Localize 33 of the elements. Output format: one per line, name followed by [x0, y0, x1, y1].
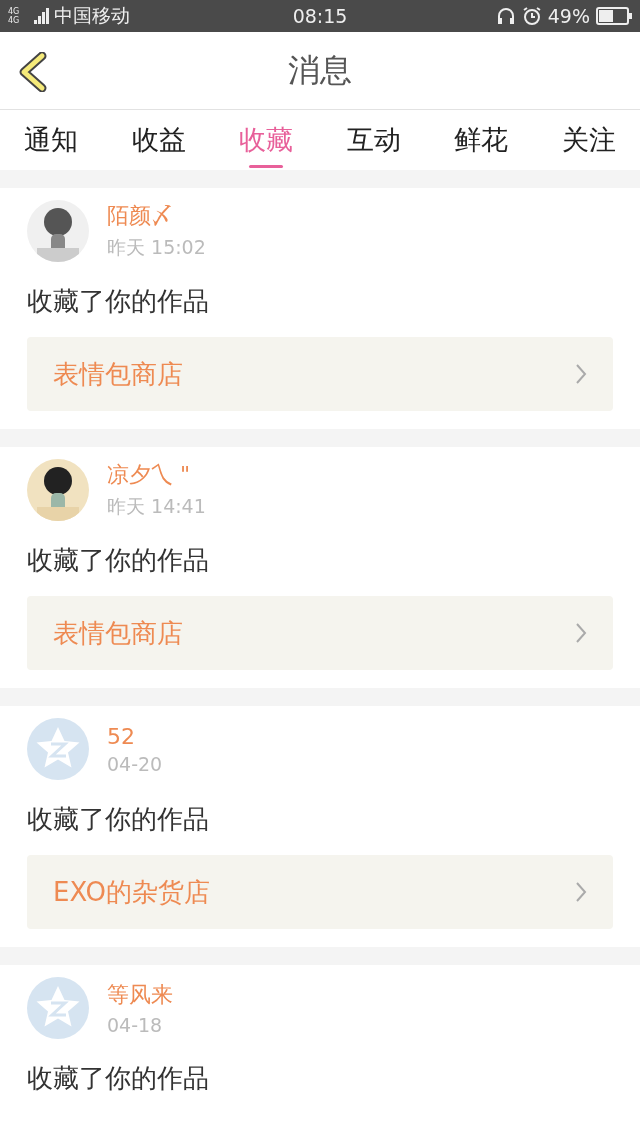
headphones-icon: [495, 6, 516, 26]
tab[interactable]: 通知: [24, 110, 78, 170]
battery-percent: 49%: [547, 5, 590, 27]
message-time: 04-20: [107, 752, 163, 775]
message-time: 04-18: [107, 1014, 164, 1036]
user-name[interactable]: 等风来: [107, 980, 173, 1010]
shop-link[interactable]: 表情包商店: [27, 596, 613, 670]
alarm-icon: [521, 6, 542, 26]
message-text: 收藏了你的作品: [27, 285, 210, 318]
user-name[interactable]: 凉夕乀 ": [107, 460, 206, 490]
chevron-right-icon: [575, 363, 587, 385]
message-text: 收藏了你的作品: [27, 1062, 210, 1095]
signal-icon: [34, 8, 50, 24]
message-text: 收藏了你的作品: [27, 803, 210, 836]
chevron-right-icon: [575, 881, 587, 903]
shop-link[interactable]: 表情包商店: [27, 337, 613, 411]
tab[interactable]: 收藏: [239, 110, 294, 170]
page-title: 消息: [288, 49, 352, 91]
carrier-name: 中国移动: [54, 3, 130, 28]
tab[interactable]: 收益: [131, 110, 186, 170]
user-name[interactable]: 52: [107, 723, 163, 749]
battery-icon: [596, 7, 632, 25]
message-text: 收藏了你的作品: [27, 544, 210, 577]
chevron-right-icon: [575, 622, 587, 644]
network-type: 4G 4G: [8, 7, 21, 25]
message-time: 昨天 15:02: [107, 235, 206, 260]
tab[interactable]: 鲜花: [454, 110, 509, 170]
tab[interactable]: 互动: [346, 110, 401, 170]
tab[interactable]: 关注: [561, 110, 616, 170]
status-time: 08:15: [292, 5, 348, 27]
user-name[interactable]: 陌颜〆: [107, 201, 206, 231]
shop-link[interactable]: EXO的杂货店: [27, 855, 613, 929]
message-time: 昨天 14:41: [107, 494, 206, 519]
